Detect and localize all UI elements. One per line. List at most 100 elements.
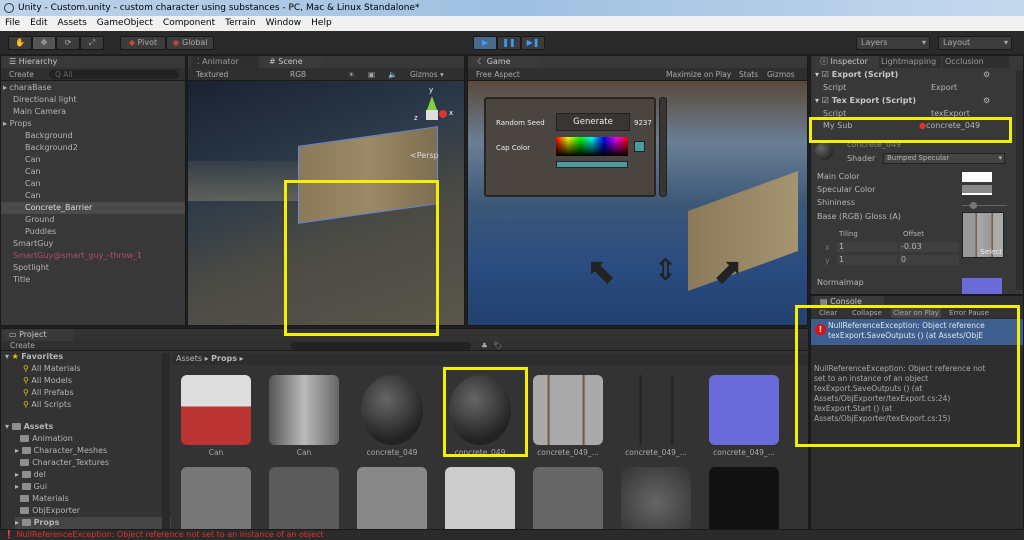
favorite-item[interactable]: ⚲ All Scripts [23, 399, 71, 411]
normalmap-slot[interactable] [962, 278, 1002, 294]
asset-thumbnail[interactable] [181, 375, 251, 445]
asset-thumbnail[interactable] [709, 467, 779, 529]
tab-hierarchy[interactable]: ☰ Hierarchy [3, 56, 73, 68]
project-folder[interactable]: ▸ Props [15, 517, 171, 529]
color-picker[interactable] [556, 137, 628, 156]
play-button[interactable]: ▶ [473, 36, 497, 50]
hierarchy-item[interactable]: Background2 [1, 142, 185, 154]
project-folder[interactable]: ObjExporter [15, 505, 80, 517]
component-settings-icon[interactable]: ⚙ [983, 96, 990, 105]
lighting-toggle[interactable]: ☀ [348, 68, 355, 81]
breadcrumb-assets[interactable]: Assets [176, 354, 202, 363]
game-gizmos-dropdown[interactable]: Gizmos [767, 68, 795, 81]
hierarchy-item[interactable]: Puddles [1, 226, 185, 238]
pause-button[interactable]: ❚❚ [497, 36, 521, 50]
base-texture-slot[interactable]: Select [962, 212, 1004, 258]
hierarchy-item[interactable]: SmartGuy@smart_guy_-throw_1 [1, 250, 185, 262]
asset-thumbnail[interactable] [533, 375, 603, 445]
shininess-slider[interactable] [962, 202, 1007, 209]
menu-edit[interactable]: Edit [30, 16, 47, 31]
aspect-dropdown[interactable]: Free Aspect [476, 68, 520, 81]
breadcrumb-props[interactable]: Props [211, 354, 237, 363]
hierarchy-item[interactable]: Can [1, 178, 185, 190]
export-script-field[interactable]: Export [931, 83, 957, 92]
rotate-tool-button[interactable]: ⟳ [56, 36, 80, 50]
menu-assets[interactable]: Assets [58, 16, 87, 31]
step-button[interactable]: ▶❚ [521, 36, 545, 50]
tab-game[interactable]: ☾ Game [471, 56, 541, 68]
layers-dropdown[interactable]: Layers ▾ [856, 36, 930, 50]
project-create-button[interactable]: Create [10, 341, 35, 351]
asset-thumbnail[interactable] [269, 467, 339, 529]
hierarchy-item[interactable]: Title [1, 274, 185, 286]
tab-inspector[interactable]: ⓘ Inspector [814, 56, 878, 68]
project-folder[interactable]: ▸ Character_Meshes [15, 445, 107, 457]
move-tool-button[interactable]: ✥ [32, 36, 56, 50]
stats-toggle[interactable]: Stats [739, 68, 758, 81]
hierarchy-item[interactable]: Ground [1, 214, 185, 226]
hierarchy-item[interactable]: Can [1, 154, 185, 166]
arrow-updown-icon[interactable]: ⇕ [653, 253, 678, 288]
filter-by-type-icon[interactable]: ♣ [481, 341, 488, 351]
menu-help[interactable]: Help [311, 16, 332, 31]
project-folder[interactable]: ▸ Gui [15, 481, 47, 493]
tab-animator[interactable]: ⁚ Animator [191, 56, 259, 68]
pivot-toggle[interactable]: ◆ Pivot [120, 36, 166, 50]
export-component-header[interactable]: ▾ ☑ Export (Script) [815, 70, 898, 79]
asset-thumbnail[interactable] [621, 375, 691, 445]
scale-tool-button[interactable]: ⤢ [80, 36, 104, 50]
hierarchy-item[interactable]: ▸ Props [1, 118, 185, 130]
hierarchy-item[interactable]: Can [1, 190, 185, 202]
tab-project[interactable]: ▭ Project [3, 329, 73, 341]
tiling-y-field[interactable]: 1 [837, 255, 897, 265]
channel-dropdown[interactable]: RGB [290, 68, 306, 81]
scene-fx-toggle[interactable]: ▣ [368, 68, 375, 81]
game-viewport[interactable]: Random Seed Generate 9237 Cap Color ⬉ ⇕ … [468, 81, 807, 325]
asset-thumbnail[interactable] [269, 375, 339, 445]
status-bar[interactable]: ❗ NullReferenceException: Object referen… [0, 530, 1024, 540]
inspector-scrollbar[interactable] [1016, 70, 1023, 290]
tab-scene[interactable]: # Scene [263, 56, 323, 68]
hierarchy-create-button[interactable]: Create [9, 68, 34, 81]
project-folder[interactable]: Animation [15, 433, 73, 445]
specular-color-swatch[interactable] [962, 185, 992, 195]
asset-thumbnail[interactable] [445, 467, 515, 529]
arrow-left-icon[interactable]: ⬉ [586, 251, 616, 292]
hand-tool-button[interactable]: ✋ [8, 36, 32, 50]
tex-export-component-header[interactable]: ▾ ☑ Tex Export (Script) [815, 96, 916, 105]
gui-scrollbar[interactable] [659, 97, 667, 197]
assets-folder[interactable]: ▾ Assets [5, 421, 53, 433]
audio-toggle[interactable]: 🔈 [388, 68, 397, 81]
tab-occlusion[interactable]: Occlusion [943, 56, 1009, 68]
shader-dropdown[interactable]: Bumped Specular ▾ [883, 153, 1005, 164]
favorite-item[interactable]: ⚲ All Models [23, 375, 72, 387]
hierarchy-search-input[interactable]: Q All [49, 70, 179, 79]
offset-y-field[interactable]: 0 [899, 255, 959, 265]
tree-scrollbar[interactable] [162, 353, 170, 529]
hierarchy-item[interactable]: ▸ charaBase [1, 82, 185, 94]
tab-lightmapping[interactable]: Lightmapping [879, 56, 941, 68]
asset-thumbnail[interactable] [533, 467, 603, 529]
offset-x-field[interactable]: -0.03 [899, 242, 959, 252]
filter-by-label-icon[interactable]: 🏷 [493, 341, 503, 351]
generate-button[interactable]: Generate [556, 113, 630, 131]
menu-window[interactable]: Window [266, 16, 302, 31]
asset-thumbnail[interactable] [709, 375, 779, 445]
favorite-item[interactable]: ⚲ All Prefabs [23, 387, 74, 399]
maximize-on-play-toggle[interactable]: Maximize on Play [666, 68, 731, 81]
hierarchy-item[interactable]: Can [1, 166, 185, 178]
hierarchy-item[interactable]: Background [1, 130, 185, 142]
menu-terrain[interactable]: Terrain [225, 16, 255, 31]
project-folder[interactable]: Materials [15, 493, 69, 505]
asset-thumbnail[interactable] [181, 467, 251, 529]
tiling-x-field[interactable]: 1 [837, 242, 897, 252]
project-search-input[interactable] [291, 342, 471, 350]
asset-thumbnail[interactable] [357, 467, 427, 529]
hierarchy-item[interactable]: Spotlight [1, 262, 185, 274]
hierarchy-item[interactable]: Main Camera [1, 106, 185, 118]
asset-thumbnail[interactable] [621, 467, 691, 529]
favorites-folder[interactable]: ▾ ★ Favorites [5, 351, 63, 363]
render-mode-dropdown[interactable]: Textured [196, 68, 228, 81]
arrow-right-icon[interactable]: ⬈ [713, 251, 743, 292]
global-toggle[interactable]: ◉ Global [166, 36, 214, 50]
